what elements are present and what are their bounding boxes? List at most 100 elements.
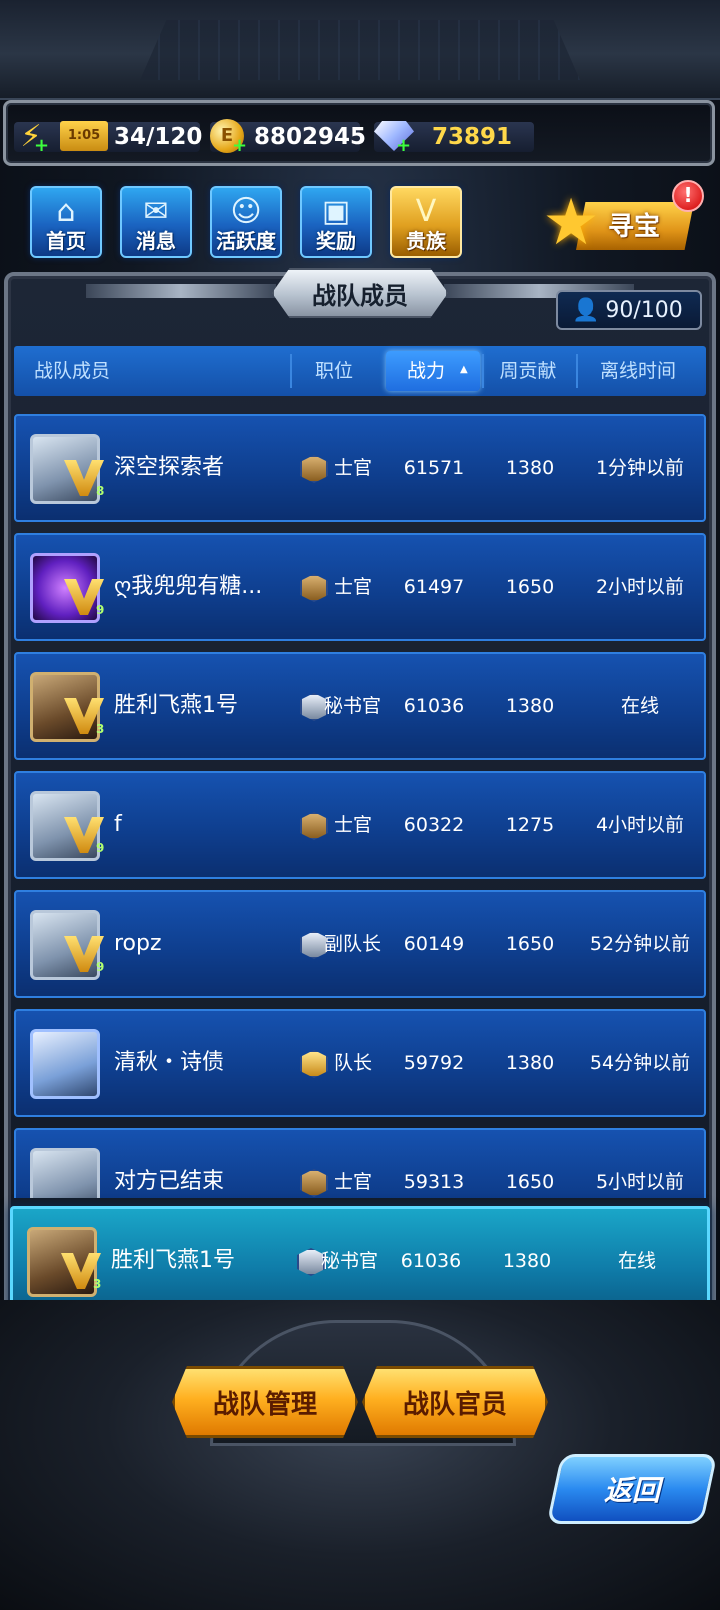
nav-rewards-button[interactable]: ▣ 奖励 [300,186,372,258]
member-power: 61036 [400,1250,462,1272]
member-weekly: 1380 [505,1052,555,1074]
member-count: 👤 90/100 [556,290,702,330]
member-name: 对方已结束 [114,1169,225,1194]
nav-vip-button[interactable]: V 贵族 [390,186,462,258]
member-power: 60149 [403,933,465,955]
member-name: 清秋・诗债 [114,1050,225,1075]
member-power: 61497 [403,576,465,598]
avatar [30,1148,100,1198]
member-offline: 在线 [617,1250,656,1272]
member-offline: 1分钟以前 [595,457,685,479]
header-weekly[interactable]: 周贡献 [482,346,574,396]
star-icon: ★ [542,186,600,260]
member-weekly: 1380 [505,457,555,479]
member-row[interactable]: 9 f 士官 60322 1275 4小时以前 [14,771,706,879]
gem-value: 73891 [432,124,513,150]
member-name: f [114,812,122,837]
member-weekly: 1650 [505,1171,555,1193]
member-row[interactable]: 对方已结束 士官 59313 1650 5小时以前 [14,1128,706,1198]
member-offline: 在线 [620,695,659,717]
sort-arrow-icon: ▲ [460,364,468,375]
member-power: 61036 [403,695,465,717]
member-row[interactable]: 9 ღ我兜兜有糖... 士官 61497 1650 2小时以前 [14,533,706,641]
member-offline: 4小时以前 [595,814,685,836]
member-name: ღ我兜兜有糖... [114,574,263,599]
team-management-button[interactable]: 战队管理 [172,1366,358,1438]
member-offline: 5小时以前 [595,1171,685,1193]
nav-activity-button[interactable]: ☺ 活跃度 [210,186,282,258]
activity-icon: ☺ [230,194,262,229]
header-offline[interactable]: 离线时间 [576,346,700,396]
member-weekly: 1650 [505,933,555,955]
nav-messages-button[interactable]: ✉ 消息 [120,186,192,258]
nav-home-label: 首页 [46,229,86,253]
sergeant-rank-icon [300,1169,328,1197]
member-row[interactable]: 8 深空探索者 士官 61571 1380 1分钟以前 [14,414,706,522]
team-officers-button[interactable]: 战队官员 [362,1366,548,1438]
member-row[interactable]: 3 胜利飞燕1号 秘书官 61036 1380 在线 [14,652,706,760]
back-button[interactable]: 返回 [546,1454,718,1524]
header-power[interactable]: 战力 [386,346,466,396]
member-power: 61571 [403,457,465,479]
mail-icon: ✉ [143,194,169,229]
member-rank: 士官 [334,814,373,836]
member-weekly: 1650 [505,576,555,598]
energy-timer: 1:05 [60,121,108,151]
add-gem-icon[interactable]: + [396,135,411,156]
member-power: 59792 [403,1052,465,1074]
member-power: 60322 [403,814,465,836]
home-icon: ⌂ [56,194,76,229]
header-position[interactable]: 职位 [294,346,374,396]
member-weekly: 1380 [502,1250,552,1272]
vip-icon: V [415,194,437,229]
member-list[interactable]: 8 深空探索者 士官 61571 1380 1分钟以前 9 ღ我兜兜有糖... … [0,404,720,1198]
panel-title: 战队成员 [272,268,448,318]
top-frame [0,0,720,100]
add-energy-icon[interactable]: + [34,135,49,156]
member-count-value: 90/100 [605,297,683,323]
member-name: ropz [114,931,162,956]
nav-home-button[interactable]: ⌂ 首页 [30,186,102,258]
vip-level: 8 [96,484,105,498]
resource-bar: 34/120 1:05 ⚡ + 8802945 E + 73891 + [3,100,715,166]
header-divider [290,354,292,388]
gift-icon: ▣ [321,194,351,229]
nav-activity-label: 活跃度 [216,229,276,253]
nav-vip-label: 贵族 [406,229,446,253]
member-row[interactable]: 9 ropz 副队长 60149 1650 52分钟以前 [14,890,706,998]
vip-level: 9 [96,960,105,974]
alert-badge: ! [672,180,704,212]
nav-messages-label: 消息 [136,229,176,253]
sergeant-rank-icon [300,574,328,602]
self-member-row[interactable]: 3 胜利飞燕1号 秘书官 61036 1380 在线 [10,1206,710,1314]
member-row[interactable]: 清秋・诗债 队长 59792 1380 54分钟以前 [14,1009,706,1117]
title-wing-left [86,284,276,298]
treasure-label: 寻宝 [608,212,661,242]
member-weekly: 1380 [505,695,555,717]
gem-resource[interactable]: 73891 + [374,121,534,156]
energy-resource[interactable]: 34/120 1:05 ⚡ + [14,119,203,156]
member-weekly: 1275 [505,814,555,836]
nav-rewards-label: 奖励 [316,229,356,253]
vip-level: 3 [96,722,105,736]
member-name: 胜利飞燕1号 [114,693,238,718]
add-coin-icon[interactable]: + [232,135,247,156]
member-rank: 秘书官 [324,695,382,717]
avatar [30,1029,100,1099]
energy-value: 34/120 [114,124,203,150]
member-rank: 队长 [334,1052,373,1074]
member-rank: 士官 [334,457,373,479]
coin-value: 8802945 [254,124,367,150]
treasure-hunt-button[interactable]: ★ 寻宝 ! [536,180,704,258]
panel-title-text: 战队成员 [312,281,408,310]
member-offline: 52分钟以前 [589,933,691,955]
coin-resource[interactable]: 8802945 E + [210,119,366,156]
sergeant-rank-icon [300,455,328,483]
vip-level: 9 [96,841,105,855]
member-name: 胜利飞燕1号 [111,1248,235,1273]
member-offline: 54分钟以前 [589,1052,691,1074]
header-member[interactable]: 战队成员 [24,346,154,396]
member-power: 59313 [403,1171,465,1193]
member-rank: 副队长 [324,933,382,955]
back-label: 返回 [603,1474,660,1507]
